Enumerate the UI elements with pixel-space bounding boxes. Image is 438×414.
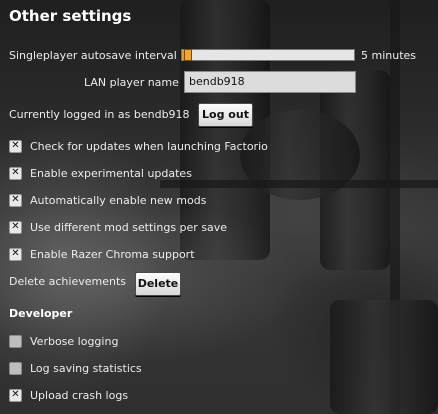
checkbox[interactable] — [9, 139, 22, 153]
checkbox-label: Check for updates when launching Factori… — [30, 139, 268, 153]
option-automatically-enable-new-mods[interactable]: Automatically enable new mods — [9, 192, 206, 208]
checkbox[interactable] — [9, 193, 22, 207]
checkbox-label: Upload crash logs — [30, 388, 129, 402]
option-enable-experimental-updates[interactable]: Enable experimental updates — [9, 165, 192, 181]
option-log-saving-statistics[interactable]: Log saving statistics — [9, 360, 142, 376]
checkbox-label: Use different mod settings per save — [30, 220, 228, 234]
lan-player-name-label: LAN player name — [84, 76, 179, 89]
checkbox-label: Enable experimental updates — [30, 166, 192, 180]
option-use-different-mod-settings-per-save[interactable]: Use different mod settings per save — [9, 219, 227, 235]
checkbox[interactable] — [9, 220, 22, 234]
autosave-slider[interactable] — [181, 49, 355, 61]
lan-player-name-field[interactable]: bendb918 — [184, 71, 356, 93]
checkbox[interactable] — [9, 361, 22, 375]
developer-heading: Developer — [9, 307, 73, 320]
login-status: Currently logged in as bendb918 — [9, 108, 190, 121]
checkbox[interactable] — [9, 334, 22, 348]
checkbox-label: Automatically enable new mods — [30, 193, 207, 207]
checkbox[interactable] — [9, 247, 22, 261]
page-title: Other settings — [9, 7, 132, 25]
autosave-value: 5 minutes — [361, 49, 417, 62]
slider-handle[interactable] — [184, 49, 192, 61]
logout-button[interactable]: Log out — [198, 103, 253, 127]
option-check-for-updates-when-launching-factorio[interactable]: Check for updates when launching Factori… — [9, 138, 268, 154]
checkbox[interactable] — [9, 388, 22, 402]
checkbox-label: Enable Razer Chroma support — [30, 247, 195, 261]
checkbox-label: Log saving statistics — [30, 361, 142, 375]
option-upload-crash-logs[interactable]: Upload crash logs — [9, 387, 128, 403]
option-verbose-logging[interactable]: Verbose logging — [9, 333, 118, 349]
delete-achievements-button[interactable]: Delete — [135, 272, 181, 296]
delete-achievements-label: Delete achievements — [9, 275, 126, 288]
checkbox-label: Verbose logging — [30, 334, 119, 348]
option-enable-razer-chroma-support[interactable]: Enable Razer Chroma support — [9, 246, 195, 262]
checkbox[interactable] — [9, 166, 22, 180]
autosave-label: Singleplayer autosave interval — [9, 49, 177, 62]
